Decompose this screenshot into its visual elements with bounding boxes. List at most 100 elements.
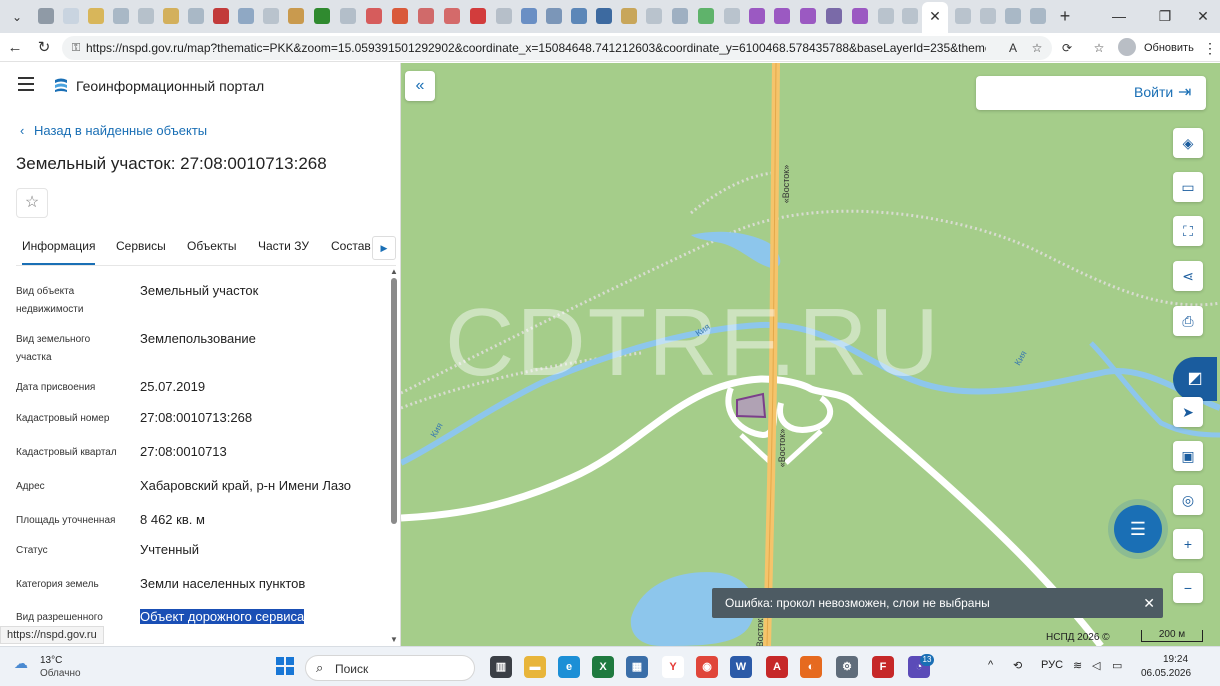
tab-favicon[interactable] xyxy=(63,8,79,24)
tab-information[interactable]: Информация xyxy=(22,239,96,265)
hamburger-menu-icon[interactable] xyxy=(18,77,34,91)
property-value-selected[interactable]: Объект дорожного сервиса xyxy=(140,609,305,624)
tab-favicon[interactable] xyxy=(902,8,918,24)
tab-favicon[interactable] xyxy=(163,8,179,24)
tab-favicon[interactable] xyxy=(470,8,486,24)
new-tab-button[interactable]: + xyxy=(1056,6,1074,26)
back-to-results-link[interactable]: ‹ Назад в найденные объекты xyxy=(20,123,207,138)
volume-icon[interactable]: ◁ xyxy=(1092,659,1100,672)
clock-time[interactable]: 19:24 xyxy=(1163,654,1188,665)
chrome-icon[interactable]: ◉ xyxy=(696,656,718,678)
more-menu-icon[interactable]: ⋮ xyxy=(1203,37,1217,59)
favorites-icon[interactable]: ☆ xyxy=(1090,39,1108,57)
url-text[interactable]: https://nspd.gov.ru/map?thematic=PKK&zoo… xyxy=(86,41,986,56)
tab-favicon[interactable] xyxy=(38,8,54,24)
word-icon[interactable]: W xyxy=(730,656,752,678)
panel-scrollbar[interactable]: ▲ ▼ xyxy=(389,268,399,644)
map-mode-icon[interactable]: ◩ xyxy=(1173,357,1217,401)
tab-favicon[interactable] xyxy=(980,8,996,24)
tab-favicon[interactable] xyxy=(724,8,740,24)
close-window-button[interactable]: ✕ xyxy=(1194,6,1212,26)
weather-description[interactable]: Облачно xyxy=(40,668,81,679)
tab-favicon[interactable] xyxy=(288,8,304,24)
firefox-icon[interactable]: ◐ xyxy=(800,656,822,678)
tab-favicon[interactable] xyxy=(496,8,512,24)
login-label[interactable]: Войти xyxy=(1134,84,1173,100)
wifi-icon[interactable]: ≋ xyxy=(1073,659,1082,672)
close-tab-icon[interactable]: ✕ xyxy=(922,2,948,31)
tab-favicon[interactable] xyxy=(88,8,104,24)
minimap-icon[interactable]: ▣ xyxy=(1173,441,1203,471)
close-toast-icon[interactable]: ✕ xyxy=(1143,588,1155,618)
sync-icon[interactable]: ⟲ xyxy=(1013,659,1022,672)
tab-favicon[interactable] xyxy=(366,8,382,24)
tab-objects[interactable]: Объекты xyxy=(187,239,237,265)
map-view[interactable]: CDTRF.RU «Восток» «Восток» «Восток» Кия … xyxy=(401,63,1220,646)
maximize-button[interactable]: ❐ xyxy=(1156,6,1174,26)
app-icon[interactable]: F xyxy=(872,656,894,678)
tab-favicon[interactable] xyxy=(314,8,330,24)
tab-favicon[interactable] xyxy=(698,8,714,24)
scroll-down-icon[interactable]: ▼ xyxy=(389,636,399,644)
weather-temperature[interactable]: 13°C xyxy=(40,655,62,666)
tab-favicon[interactable] xyxy=(113,8,129,24)
scrollbar-thumb[interactable] xyxy=(391,278,397,524)
tab-favicon[interactable] xyxy=(774,8,790,24)
cloud-icon[interactable]: ☁ xyxy=(14,656,36,670)
collapse-panel-button[interactable]: « xyxy=(405,71,435,101)
tab-favicon[interactable] xyxy=(418,8,434,24)
update-button[interactable]: Обновить xyxy=(1144,37,1194,59)
tab-favicon[interactable] xyxy=(263,8,279,24)
tab-favicon[interactable] xyxy=(444,8,460,24)
tab-favicon[interactable] xyxy=(672,8,688,24)
excel-icon[interactable]: X xyxy=(592,656,614,678)
tab-favicon[interactable] xyxy=(878,8,894,24)
tab-favicon[interactable] xyxy=(138,8,154,24)
navigation-arrow-icon[interactable]: ➤ xyxy=(1173,397,1203,427)
scroll-up-icon[interactable]: ▲ xyxy=(389,268,399,276)
tab-list-button[interactable]: ⌄ xyxy=(8,8,26,26)
tab-favicon[interactable] xyxy=(546,8,562,24)
zoom-out-icon[interactable]: − xyxy=(1173,573,1203,603)
tab-services[interactable]: Сервисы xyxy=(116,239,166,265)
clock-date[interactable]: 06.05.2026 xyxy=(1141,668,1191,679)
tab-favicon[interactable] xyxy=(238,8,254,24)
tab-favicon[interactable] xyxy=(800,8,816,24)
active-tab[interactable]: ✕ xyxy=(922,2,948,33)
windows-start-icon[interactable] xyxy=(276,657,294,675)
profile-avatar[interactable] xyxy=(1118,38,1136,56)
settings-icon[interactable]: ⚙ xyxy=(836,656,858,678)
tab-favicon[interactable] xyxy=(955,8,971,24)
ruler-icon[interactable]: ▭ xyxy=(1173,172,1203,202)
login-button[interactable]: Войти ⇥ xyxy=(976,76,1206,110)
input-language[interactable]: РУС xyxy=(1041,659,1063,671)
tab-favicon[interactable] xyxy=(188,8,204,24)
battery-icon[interactable]: ▭ xyxy=(1112,659,1122,672)
select-area-icon[interactable]: ⛶ xyxy=(1173,216,1203,246)
tab-favicon[interactable] xyxy=(749,8,765,24)
tab-favicon[interactable] xyxy=(392,8,408,24)
extensions-icon[interactable]: ⟳ xyxy=(1058,39,1076,57)
reload-icon[interactable]: ↻ xyxy=(33,37,55,59)
taskbar-search[interactable]: ⌕ Поиск xyxy=(305,655,475,681)
edge-icon[interactable]: e xyxy=(558,656,580,678)
minimize-button[interactable]: — xyxy=(1110,6,1128,26)
task-view-icon[interactable]: ▥ xyxy=(490,656,512,678)
tab-parts[interactable]: Части ЗУ xyxy=(258,239,309,265)
pdf-reader-icon[interactable]: A xyxy=(766,656,788,678)
tab-favicon[interactable] xyxy=(571,8,587,24)
share-icon[interactable]: ⋖ xyxy=(1173,261,1203,291)
site-info-icon[interactable]: ⚿ xyxy=(68,40,84,56)
favorite-star-button[interactable]: ☆ xyxy=(16,188,48,218)
tab-favicon[interactable] xyxy=(340,8,356,24)
yandex-icon[interactable]: Y xyxy=(662,656,684,678)
tab-favicon[interactable] xyxy=(852,8,868,24)
tab-favicon[interactable] xyxy=(596,8,612,24)
tabs-scroll-right-icon[interactable]: ▶ xyxy=(372,236,396,260)
tab-composition[interactable]: Состав xyxy=(331,239,371,265)
chevron-up-icon[interactable]: ^ xyxy=(988,659,993,671)
tab-favicon[interactable] xyxy=(826,8,842,24)
tab-favicon[interactable] xyxy=(1005,8,1021,24)
tab-favicon[interactable] xyxy=(1030,8,1046,24)
tab-favicon[interactable] xyxy=(621,8,637,24)
